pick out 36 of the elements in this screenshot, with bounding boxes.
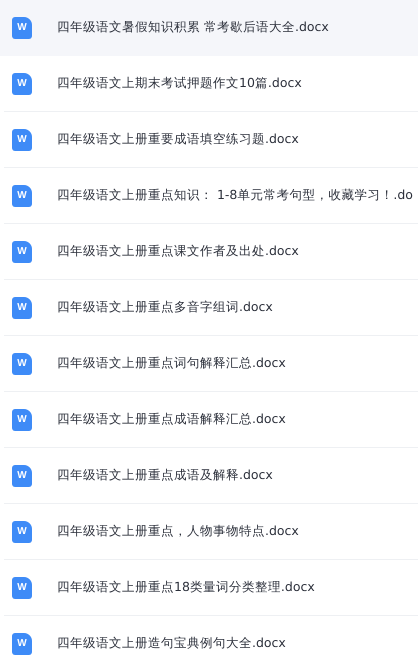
file-row[interactable]: W 四年级语文上册重点成语解释汇总.docx [4, 392, 418, 448]
file-name: 四年级语文上册重点成语解释汇总.docx [57, 411, 286, 428]
word-file-icon: W [12, 296, 32, 318]
file-row[interactable]: W 四年级语文上册重点课文作者及出处.docx [4, 224, 418, 280]
file-row[interactable]: W 四年级语文上册重点词句解释汇总.docx [4, 336, 418, 392]
file-row[interactable]: W 四年级语文暑假知识积累 常考歇后语大全.docx [0, 0, 418, 56]
file-name: 四年级语文上册重点，人物事物特点.docx [57, 523, 299, 540]
file-name: 四年级语文上册重要成语填空练习题.docx [57, 131, 299, 148]
word-file-icon: W [12, 16, 32, 38]
file-row[interactable]: W 四年级语文上册重点18类量词分类整理.docx [4, 560, 418, 616]
file-row[interactable]: W 四年级语文上册重点，人物事物特点.docx [4, 504, 418, 560]
file-row[interactable]: W 四年级语文上册重要成语填空练习题.docx [4, 112, 418, 168]
word-file-icon: W [12, 408, 32, 430]
file-row[interactable]: W 四年级语文上册重点知识： 1-8单元常考句型，收藏学习！.do [4, 168, 418, 224]
file-row[interactable]: W 四年级语文上册重点多音字组词.docx [4, 280, 418, 336]
word-file-icon: W [12, 240, 32, 262]
file-name: 四年级语文上册重点多音字组词.docx [57, 299, 273, 316]
file-name: 四年级语文暑假知识积累 常考歇后语大全.docx [57, 19, 329, 36]
file-name: 四年级语文上册重点18类量词分类整理.docx [57, 579, 315, 596]
word-file-icon: W [12, 184, 32, 206]
file-row[interactable]: W 四年级语文上册重点成语及解释.docx [4, 448, 418, 504]
file-name: 四年级语文上册重点词句解释汇总.docx [57, 355, 286, 372]
word-file-icon: W [12, 632, 32, 654]
file-row[interactable]: W 四年级语文上期末考试押题作文10篇.docx [4, 56, 418, 112]
word-file-icon: W [12, 576, 32, 598]
word-file-icon: W [12, 72, 32, 94]
file-name: 四年级语文上期末考试押题作文10篇.docx [57, 75, 302, 92]
file-name: 四年级语文上册重点课文作者及出处.docx [57, 243, 299, 260]
word-file-icon: W [12, 352, 32, 374]
word-file-icon: W [12, 464, 32, 486]
file-row[interactable]: W 四年级语文上册造句宝典例句大全.docx [4, 616, 418, 658]
file-name: 四年级语文上册重点成语及解释.docx [57, 467, 273, 484]
word-file-icon: W [12, 520, 32, 542]
word-file-icon: W [12, 128, 32, 150]
file-name: 四年级语文上册造句宝典例句大全.docx [57, 635, 286, 652]
file-name: 四年级语文上册重点知识： 1-8单元常考句型，收藏学习！.do [57, 187, 413, 204]
